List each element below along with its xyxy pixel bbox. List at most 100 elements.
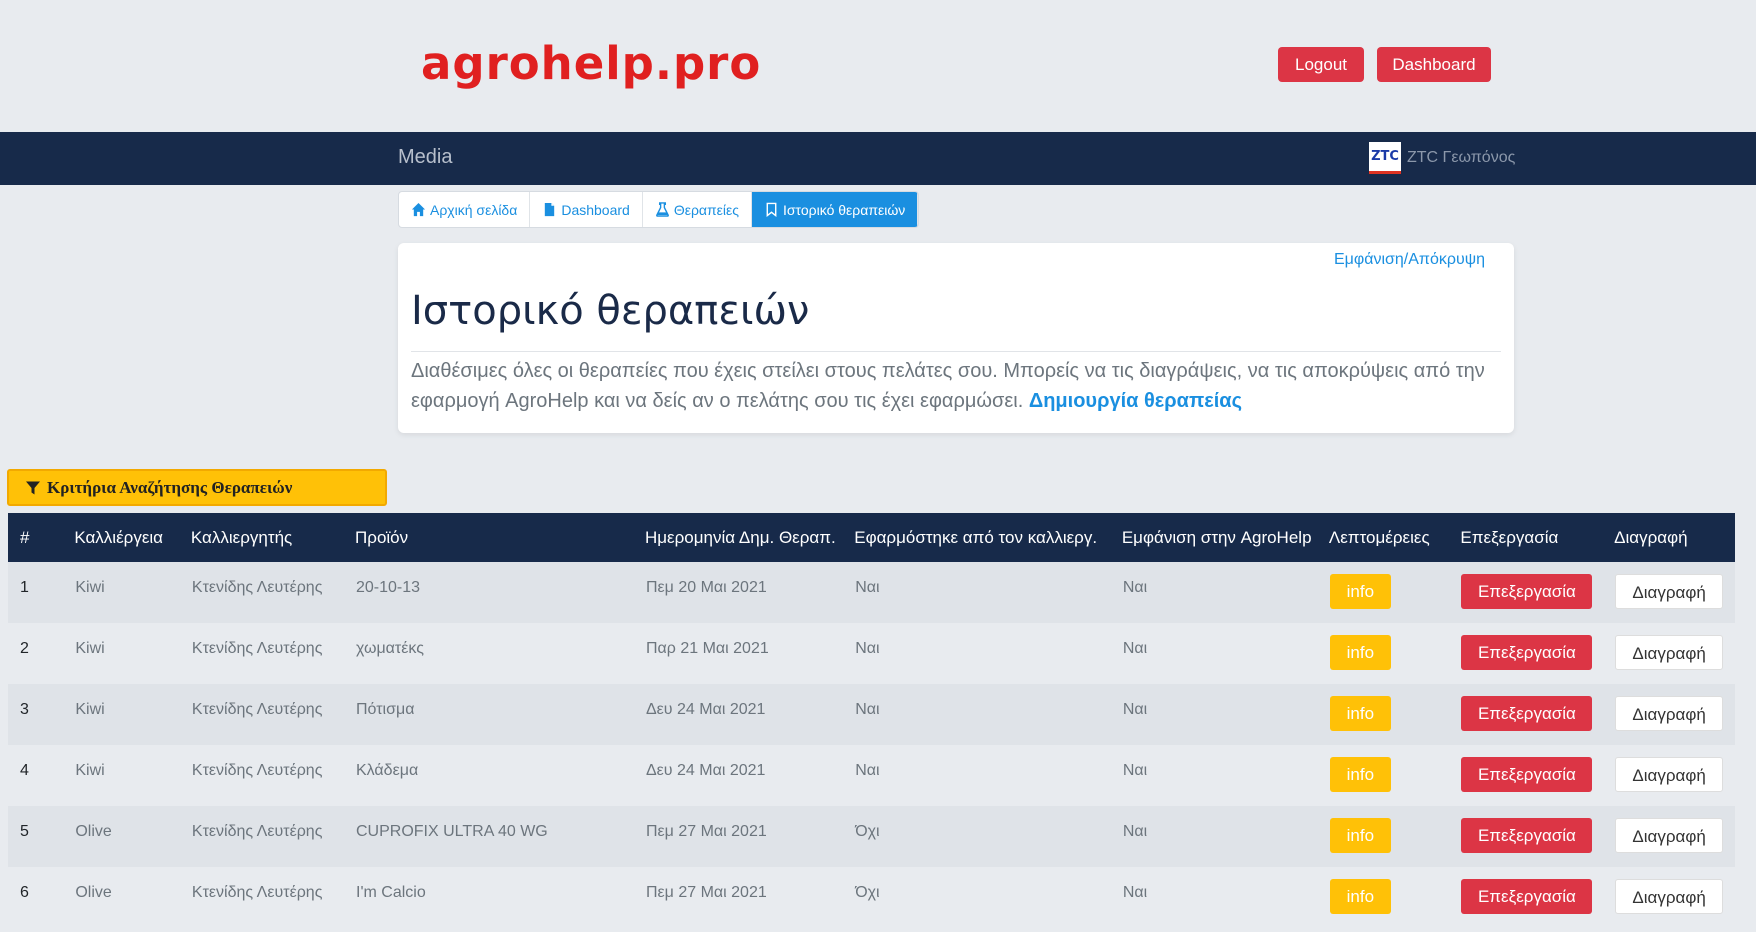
logout-button[interactable]: Logout: [1278, 47, 1364, 82]
col-header-delete: Διαγραφή: [1614, 513, 1735, 562]
col-header-farmer: Καλλιεργητής: [190, 513, 355, 562]
tab-treatments[interactable]: Θεραπείες: [643, 192, 753, 227]
cell-date: Πεμ 20 Μαι 2021: [644, 562, 855, 623]
cell-applied: Ναι: [854, 684, 1122, 745]
edit-button[interactable]: Επεξεργασία: [1461, 757, 1593, 792]
user-menu[interactable]: ZTC ZTC Γεωπόνος: [1369, 142, 1515, 174]
cell-edit: Επεξεργασία: [1460, 562, 1615, 623]
cell-applied: Όχι: [854, 806, 1122, 867]
cell-product: CUPROFIX ULTRA 40 WG: [355, 806, 645, 867]
col-header-details: Λεπτομέρειες: [1328, 513, 1461, 562]
cell-edit: Επεξεργασία: [1460, 684, 1615, 745]
top-header: agrohelp.pro Logout Dashboard: [0, 0, 1756, 132]
col-header-number: #: [8, 513, 75, 562]
description-text: Διαθέσιμες όλες οι θεραπείες που έχεις σ…: [411, 360, 1485, 412]
delete-button[interactable]: Διαγραφή: [1615, 574, 1724, 609]
table-row: 1 Kiwi Κτενίδης Λευτέρης 20-10-13 Πεμ 20…: [8, 562, 1735, 623]
col-header-crop: Καλλιέργεια: [74, 513, 191, 562]
home-icon: [411, 202, 426, 217]
cell-delete: Διαγραφή: [1614, 623, 1735, 684]
info-button[interactable]: info: [1329, 635, 1391, 670]
cell-visible: Ναι: [1121, 623, 1329, 684]
cell-farmer: Κτενίδης Λευτέρης: [190, 684, 355, 745]
tab-treatment-history[interactable]: Ιστορικό θεραπειών: [752, 192, 919, 227]
info-button[interactable]: info: [1329, 879, 1391, 914]
search-criteria-button[interactable]: Κριτήρια Αναζήτησης Θεραπειών: [7, 469, 387, 506]
cell-delete: Διαγραφή: [1614, 562, 1735, 623]
tab-home[interactable]: Αρχική σελίδα: [399, 192, 531, 227]
edit-button[interactable]: Επεξεργασία: [1461, 574, 1593, 609]
edit-button[interactable]: Επεξεργασία: [1461, 879, 1593, 914]
page-description: Διαθέσιμες όλες οι θεραπείες που έχεις σ…: [411, 356, 1491, 416]
cell-crop: Kiwi: [74, 562, 191, 623]
info-button[interactable]: info: [1329, 818, 1391, 853]
cell-visible: Ναι: [1121, 684, 1329, 745]
delete-button[interactable]: Διαγραφή: [1615, 879, 1724, 914]
col-header-visible: Εμφάνιση στην AgroHelp: [1121, 513, 1329, 562]
col-header-applied: Εφαρμόστηκε από τον καλλιεργ.: [854, 513, 1122, 562]
cell-farmer: Κτενίδης Λευτέρης: [190, 623, 355, 684]
table-body: 1 Kiwi Κτενίδης Λευτέρης 20-10-13 Πεμ 20…: [8, 562, 1735, 928]
navbar-brand[interactable]: Media: [398, 146, 452, 169]
cell-details: info: [1328, 684, 1461, 745]
col-header-edit: Επεξεργασία: [1460, 513, 1615, 562]
info-button[interactable]: info: [1329, 574, 1391, 609]
cell-edit: Επεξεργασία: [1460, 745, 1615, 806]
tab-label: Αρχική σελίδα: [430, 201, 518, 218]
cell-edit: Επεξεργασία: [1460, 623, 1615, 684]
cell-details: info: [1328, 745, 1461, 806]
cell-applied: Ναι: [854, 562, 1122, 623]
info-button[interactable]: info: [1329, 757, 1391, 792]
cell-details: info: [1328, 867, 1461, 928]
info-card: Εμφάνιση/Απόκρυψη Ιστορικό θεραπειών Δια…: [398, 243, 1514, 433]
dashboard-button[interactable]: Dashboard: [1377, 47, 1491, 82]
edit-button[interactable]: Επεξεργασία: [1461, 635, 1593, 670]
cell-farmer: Κτενίδης Λευτέρης: [190, 745, 355, 806]
cell-visible: Ναι: [1121, 745, 1329, 806]
cell-crop: Kiwi: [74, 745, 191, 806]
table-row: 2 Kiwi Κτενίδης Λευτέρης χωματέκς Παρ 21…: [8, 623, 1735, 684]
cell-number: 6: [8, 867, 75, 928]
cell-farmer: Κτενίδης Λευτέρης: [190, 867, 355, 928]
cell-date: Δευ 24 Μαι 2021: [644, 684, 855, 745]
edit-button[interactable]: Επεξεργασία: [1461, 818, 1593, 853]
delete-button[interactable]: Διαγραφή: [1615, 757, 1724, 792]
user-logo: ZTC: [1369, 142, 1401, 174]
cell-delete: Διαγραφή: [1614, 684, 1735, 745]
cell-number: 2: [8, 623, 75, 684]
cell-farmer: Κτενίδης Λευτέρης: [190, 562, 355, 623]
site-logo[interactable]: agrohelp.pro: [421, 37, 761, 90]
tab-label: Ιστορικό θεραπειών: [783, 201, 906, 218]
cell-date: Πεμ 27 Μαι 2021: [644, 867, 855, 928]
divider: [411, 351, 1501, 352]
cell-delete: Διαγραφή: [1614, 867, 1735, 928]
cell-number: 5: [8, 806, 75, 867]
create-treatment-link[interactable]: Δημιουργία θεραπείας: [1029, 390, 1242, 412]
cell-crop: Kiwi: [74, 684, 191, 745]
tab-dashboard[interactable]: Dashboard: [530, 192, 643, 227]
cell-crop: Kiwi: [74, 623, 191, 684]
cell-crop: Olive: [74, 867, 191, 928]
cell-number: 3: [8, 684, 75, 745]
cell-details: info: [1328, 562, 1461, 623]
cell-date: Δευ 24 Μαι 2021: [644, 745, 855, 806]
cell-edit: Επεξεργασία: [1460, 806, 1615, 867]
cell-date: Πεμ 27 Μαι 2021: [644, 806, 855, 867]
cell-visible: Ναι: [1121, 562, 1329, 623]
filter-icon: [26, 481, 40, 494]
user-name: ZTC Γεωπόνος: [1407, 149, 1516, 166]
tab-bar: Αρχική σελίδα Dashboard Θεραπείες Ιστορι…: [398, 191, 920, 228]
delete-button[interactable]: Διαγραφή: [1615, 635, 1724, 670]
delete-button[interactable]: Διαγραφή: [1615, 696, 1724, 731]
page-title: Ιστορικό θεραπειών: [411, 288, 810, 334]
flask-icon: [655, 202, 669, 217]
show-hide-link[interactable]: Εμφάνιση/Απόκρυψη: [1334, 251, 1485, 269]
bookmark-icon: [766, 202, 777, 217]
cell-number: 4: [8, 745, 75, 806]
info-button[interactable]: info: [1329, 696, 1391, 731]
edit-button[interactable]: Επεξεργασία: [1461, 696, 1593, 731]
file-icon: [545, 202, 555, 217]
table-row: 3 Kiwi Κτενίδης Λευτέρης Πότισμα Δευ 24 …: [8, 684, 1735, 745]
delete-button[interactable]: Διαγραφή: [1615, 818, 1724, 853]
col-header-product: Προϊόν: [355, 513, 645, 562]
